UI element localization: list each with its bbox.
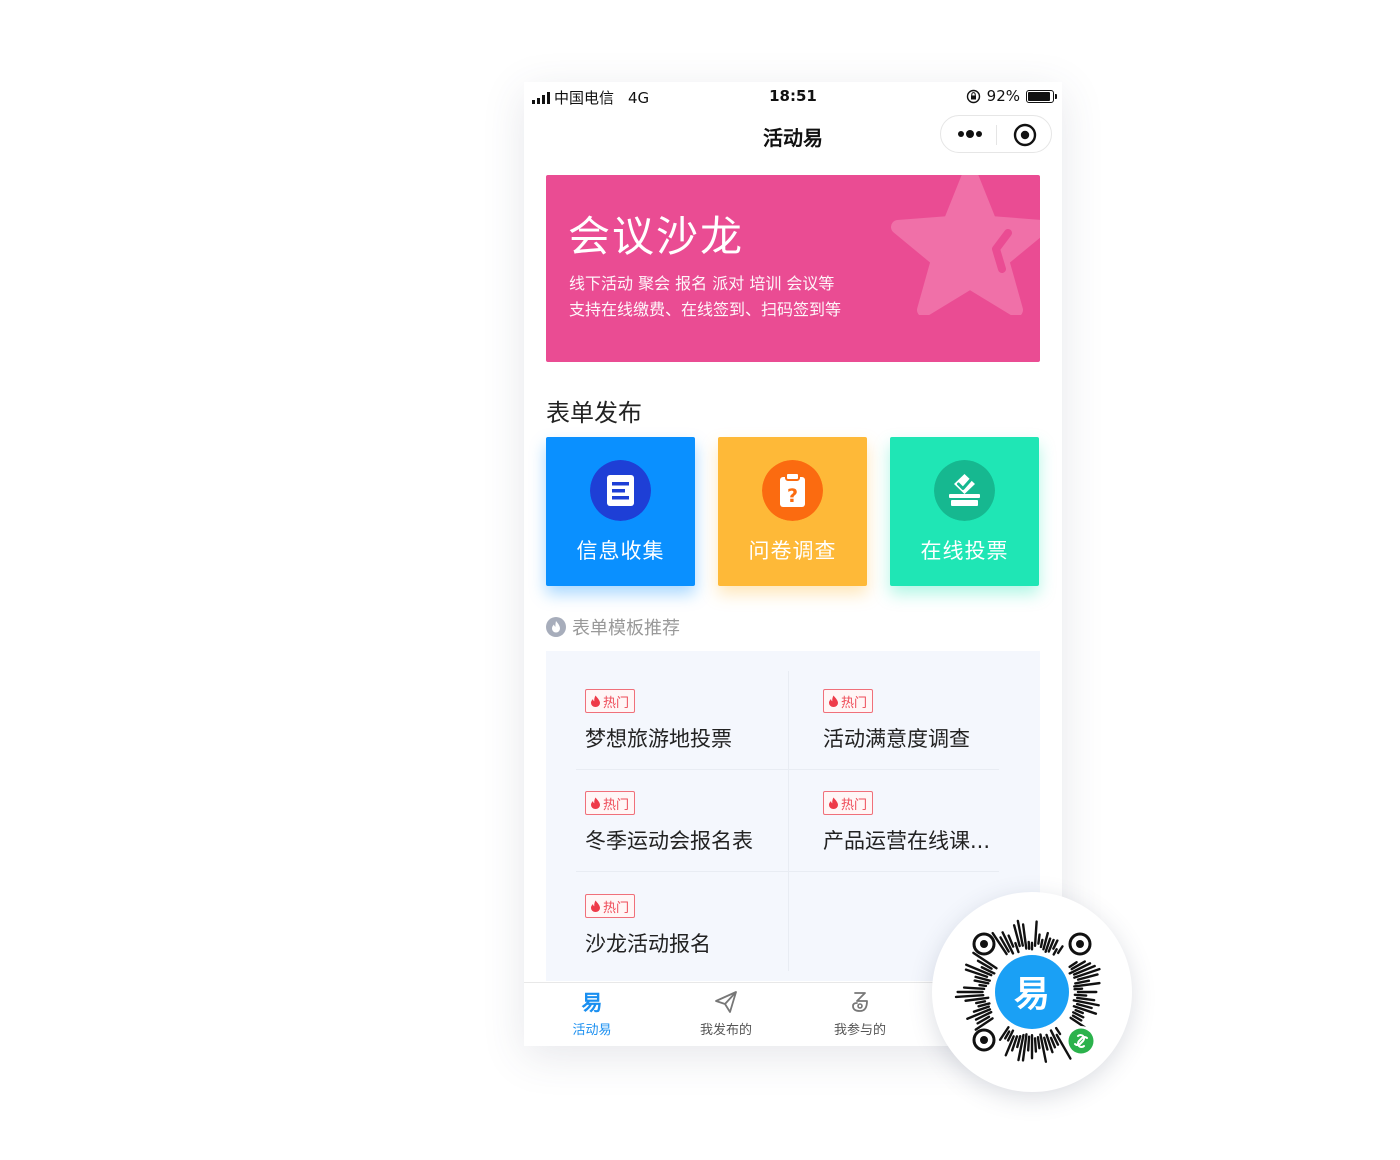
svg-text:?: ?	[787, 485, 798, 507]
tab-my-joined[interactable]: 我参与的	[810, 989, 910, 1038]
hot-tag: 热门	[585, 791, 636, 815]
banner-subtitle-2: 支持在线缴费、在线签到、扫码签到等	[569, 300, 842, 319]
fire-icon	[591, 695, 600, 707]
status-bar: 中国电信 4G 18:51 92%	[524, 82, 1062, 110]
participate-icon	[852, 992, 868, 1012]
hot-tag-label: 热门	[841, 797, 868, 813]
hot-tag-label: 热门	[603, 797, 630, 813]
yi-logo-icon: 易	[582, 991, 603, 1015]
column-divider	[788, 671, 789, 971]
recommend-title: 表单模板推荐	[572, 618, 680, 639]
banner[interactable]: 会议沙龙 线下活动 聚会 报名 派对 培训 会议等 支持在线缴费、在线签到、扫码…	[546, 175, 1040, 362]
template-item[interactable]: 热门 沙龙活动报名	[585, 894, 785, 958]
finder-mark-tr	[1068, 932, 1092, 956]
template-name: 冬季运动会报名表	[585, 829, 753, 853]
row-divider	[789, 871, 999, 872]
template-name: 梦想旅游地投票	[585, 727, 732, 751]
flame-icon	[546, 617, 566, 637]
template-item[interactable]: 热门 梦想旅游地投票	[585, 689, 785, 753]
qr-pattern: 易	[954, 919, 1101, 1063]
battery-icon	[1026, 89, 1057, 103]
row-divider	[576, 769, 788, 770]
row-divider	[789, 769, 999, 770]
banner-subtitle-1: 线下活动 聚会 报名 派对 培训 会议等	[569, 274, 835, 293]
battery-percent: 92%	[986, 87, 1020, 105]
ballot-box-icon	[934, 460, 995, 521]
tab-label: 活动易	[572, 1023, 612, 1038]
star-icon	[891, 175, 1040, 315]
fire-icon	[829, 797, 838, 809]
clipboard-question-icon: ?	[762, 460, 823, 521]
hot-tag-label: 热门	[603, 900, 630, 916]
template-item[interactable]: 热门 产品运营在线课...	[823, 791, 1023, 855]
card-questionnaire[interactable]: ? 问卷调查	[718, 437, 867, 586]
template-item[interactable]: 热门 冬季运动会报名表	[585, 791, 785, 855]
document-icon	[590, 460, 651, 521]
card-label: 信息收集	[576, 539, 665, 563]
finder-mark-tl	[972, 932, 996, 956]
close-target-icon[interactable]	[1013, 123, 1037, 147]
hot-tag: 热门	[585, 894, 636, 918]
fire-icon	[591, 797, 600, 809]
section-title: 表单发布	[546, 399, 642, 427]
card-online-vote[interactable]: 在线投票	[890, 437, 1039, 586]
status-right: 92%	[966, 87, 1057, 105]
qr-center-char: 易	[1014, 974, 1050, 1015]
hot-tag-label: 热门	[841, 695, 868, 711]
card-info-collect[interactable]: 信息收集	[546, 437, 695, 586]
row-divider	[576, 871, 788, 872]
card-label: 问卷调查	[748, 539, 837, 563]
template-name: 沙龙活动报名	[585, 932, 711, 956]
nav-bar: 活动易	[524, 114, 1062, 156]
template-name: 产品运营在线课...	[823, 829, 991, 853]
rotation-lock-icon	[966, 89, 980, 103]
tab-my-published[interactable]: 我发布的	[676, 989, 776, 1038]
hot-tag-label: 热门	[603, 695, 630, 711]
template-item[interactable]: 热门 活动满意度调查	[823, 689, 1023, 753]
fire-icon	[829, 695, 838, 707]
tab-label: 我发布的	[699, 1023, 752, 1038]
recommend-header: 表单模板推荐	[546, 614, 680, 640]
fire-icon	[591, 900, 600, 912]
hot-tag: 热门	[585, 689, 636, 713]
banner-title: 会议沙龙	[568, 212, 745, 261]
finder-mark-bl	[972, 1028, 996, 1052]
svg-text:易: 易	[582, 991, 603, 1015]
paper-plane-icon	[715, 991, 737, 1013]
hot-tag: 热门	[823, 791, 874, 815]
template-name: 活动满意度调查	[823, 727, 970, 751]
hot-tag: 热门	[823, 689, 874, 713]
mini-program-capsule	[940, 115, 1052, 153]
tab-home[interactable]: 易 活动易	[542, 989, 642, 1038]
capsule-divider	[996, 125, 997, 145]
tab-label: 我参与的	[833, 1023, 886, 1038]
mini-program-code: 易	[932, 892, 1132, 1092]
mini-program-badge-icon	[1068, 1028, 1094, 1054]
more-icon[interactable]	[957, 127, 983, 141]
card-label: 在线投票	[920, 539, 1009, 563]
